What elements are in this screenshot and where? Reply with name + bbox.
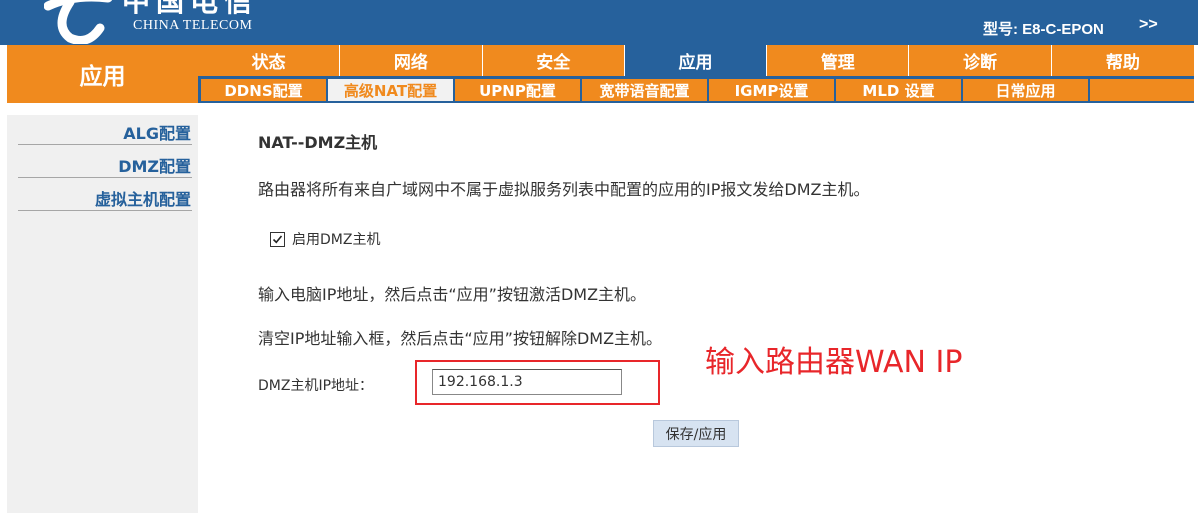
save-apply-button[interactable]: 保存/应用 (653, 420, 739, 447)
sidebar-item-dmz[interactable]: DMZ配置 (18, 156, 192, 178)
dmz-description: 路由器将所有来自广域网中不属于虚拟服务列表中配置的应用的IP报文发给DMZ主机。 (258, 180, 870, 199)
main-content: NAT--DMZ主机 路由器将所有来自广域网中不属于虚拟服务列表中配置的应用的I… (198, 103, 1198, 513)
sidebar: ALG配置 DMZ配置 虚拟主机配置 (7, 115, 198, 513)
section-label: 应用 (7, 45, 198, 103)
sidebar-item-virtual-host[interactable]: 虚拟主机配置 (18, 189, 192, 211)
enable-dmz-row: 启用DMZ主机 (270, 229, 380, 249)
china-telecom-logo: 中国电信 CHINA TELECOM (44, 0, 284, 44)
subtab-voip[interactable]: 宽带语音配置 (582, 79, 707, 101)
tab-status[interactable]: 状态 (198, 45, 341, 76)
subtab-ddns[interactable]: DDNS配置 (201, 79, 326, 101)
enable-dmz-checkbox[interactable] (270, 231, 285, 247)
tab-diagnosis[interactable]: 诊断 (909, 45, 1052, 76)
annotation-text: 输入路由器WAN IP (705, 345, 963, 380)
subtab-upnp[interactable]: UPNP配置 (455, 79, 580, 101)
enable-dmz-label: 启用DMZ主机 (292, 232, 381, 248)
tab-security[interactable]: 安全 (483, 45, 625, 76)
subtab-advanced-nat[interactable]: 高级NAT配置 (328, 79, 453, 101)
tab-management[interactable]: 管理 (767, 45, 910, 76)
sub-nav: DDNS配置 高级NAT配置 UPNP配置 宽带语音配置 IGMP设置 MLD … (198, 76, 1194, 103)
subtab-daily-app[interactable]: 日常应用 (963, 79, 1088, 101)
annotation-highlight-box (415, 360, 660, 405)
tab-application[interactable]: 应用 (624, 45, 768, 76)
subtab-mld[interactable]: MLD 设置 (836, 79, 961, 101)
sidebar-item-alg[interactable]: ALG配置 (18, 123, 192, 145)
more-arrow-icon[interactable]: >> (1139, 16, 1158, 34)
checkmark-icon (272, 234, 283, 243)
logo-english-text: CHINA TELECOM (133, 18, 253, 33)
header-banner: 中国电信 CHINA TELECOM 型号: E8-C-EPON >> (0, 0, 1198, 45)
main-nav: 状态 网络 安全 应用 管理 诊断 帮助 (198, 45, 1194, 76)
page-title: NAT--DMZ主机 (258, 133, 378, 152)
subtab-empty (1090, 79, 1194, 101)
subtab-igmp[interactable]: IGMP设置 (709, 79, 834, 101)
dmz-ip-label: DMZ主机IP地址： (258, 378, 374, 394)
telecom-logo-icon (44, 0, 113, 44)
logo-chinese-text: 中国电信 (122, 0, 259, 18)
device-model: 型号: E8-C-EPON (983, 21, 1104, 38)
tab-help[interactable]: 帮助 (1052, 45, 1194, 76)
activate-instruction: 输入电脑IP地址，然后点击“应用”按钮激活DMZ主机。 (258, 285, 647, 304)
deactivate-instruction: 清空IP地址输入框，然后点击“应用”按钮解除DMZ主机。 (258, 329, 663, 348)
tab-network[interactable]: 网络 (340, 45, 483, 76)
